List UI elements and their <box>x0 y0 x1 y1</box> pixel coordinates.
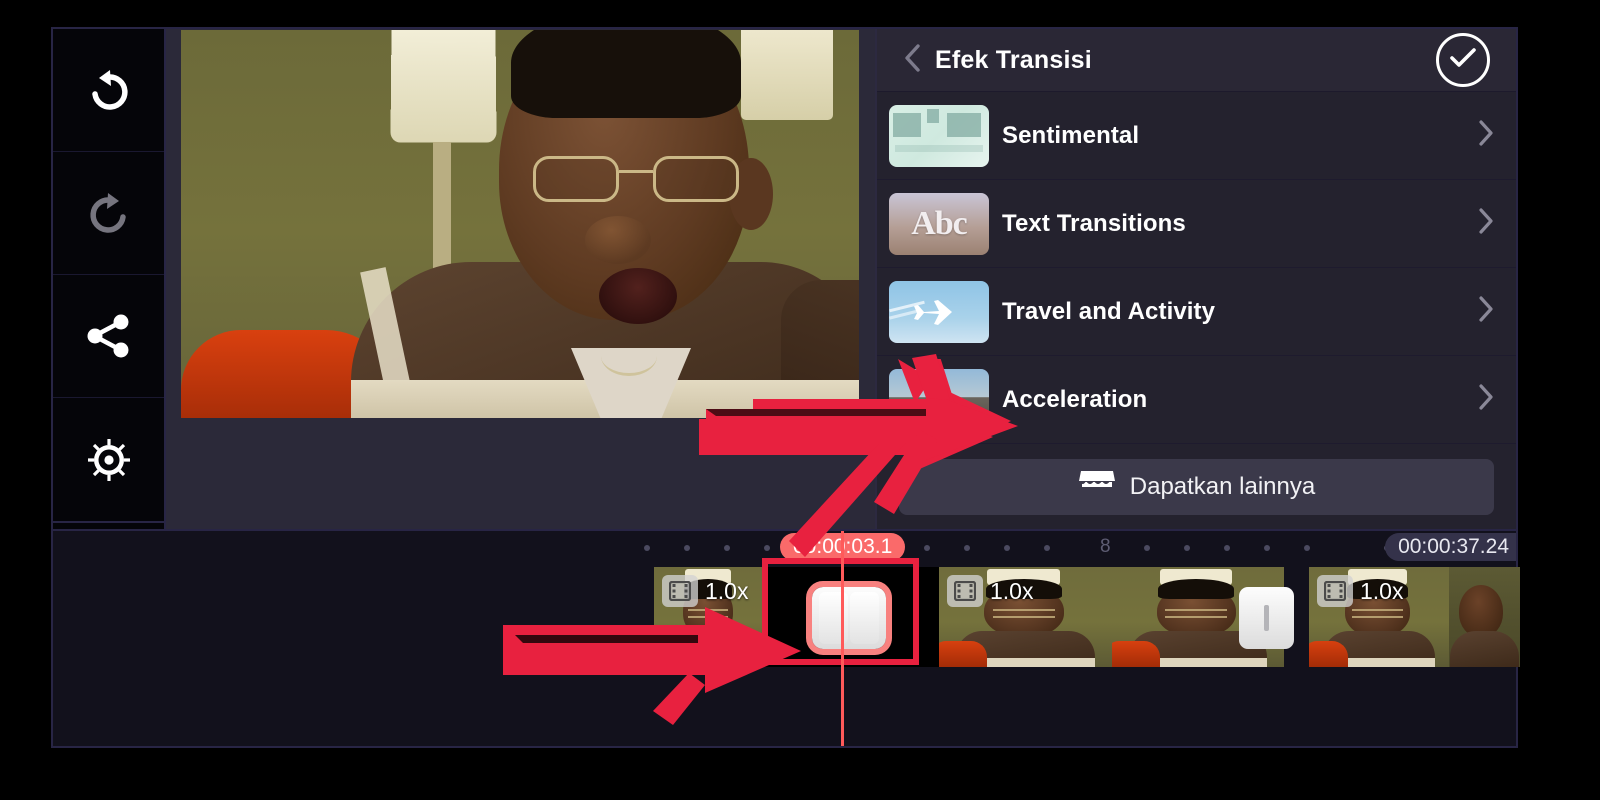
timeline-track[interactable]: 1.0x 1.0x 1.0x <box>53 567 1520 667</box>
list-item-travel-and-activity[interactable]: Travel and Activity <box>877 268 1516 356</box>
film-icon <box>662 575 698 607</box>
chevron-right-icon <box>1478 295 1494 328</box>
list-item-label: Acceleration <box>1002 385 1148 413</box>
undo-button[interactable] <box>53 29 164 152</box>
list-item-label: Text Transitions <box>1002 209 1186 237</box>
settings-button[interactable] <box>53 398 164 521</box>
transition-handle-selected[interactable] <box>806 581 892 655</box>
ruler-tick <box>1184 545 1190 551</box>
ruler-number: 8 <box>1100 536 1111 557</box>
list-item-label: Sentimental <box>1002 121 1140 149</box>
list-item-text-transitions[interactable]: Abc Text Transitions <box>877 180 1516 268</box>
get-more-wrapper: Dapatkan lainnya <box>877 459 1516 515</box>
back-button[interactable] <box>899 43 925 73</box>
timeline-ruler[interactable]: 8 1 00:00:03.1 00:00:37.24 <box>53 531 1516 563</box>
share-button[interactable] <box>53 275 164 398</box>
ruler-tick <box>1264 545 1270 551</box>
total-duration-badge: 00:00:37.24 <box>1385 533 1516 561</box>
ruler-tick <box>1044 545 1050 551</box>
redo-button[interactable] <box>53 152 164 275</box>
ruler-tick <box>1224 545 1230 551</box>
timeline-clip-1[interactable]: 1.0x <box>654 567 764 667</box>
ruler-tick <box>1144 545 1150 551</box>
abc-thumb-text: Abc <box>911 204 968 242</box>
timeline[interactable]: 8 1 00:00:03.1 00:00:37.24 <box>53 529 1520 746</box>
list-item-label: Travel and Activity <box>1002 297 1216 325</box>
ruler-tick <box>964 545 970 551</box>
panel-header: Efek Transisi <box>877 29 1516 92</box>
gear-icon <box>86 437 132 483</box>
ruler-tick <box>1004 545 1010 551</box>
clip-speed-label: 1.0x <box>705 577 749 604</box>
list-item-sentimental[interactable]: Sentimental <box>877 92 1516 180</box>
editor-window: Efek Transisi Sentimental Abc Text Trans… <box>51 27 1520 748</box>
clip-speed-label: 1.0x <box>1360 577 1404 604</box>
abc-thumb: Abc <box>889 192 989 255</box>
store-icon <box>1078 468 1116 507</box>
undo-icon <box>83 67 135 113</box>
ruler-tick <box>684 545 690 551</box>
chevron-right-icon <box>1478 119 1494 152</box>
confirm-button[interactable] <box>1436 33 1490 87</box>
clip-speed-label: 1.0x <box>990 577 1034 604</box>
ruler-tick <box>924 545 930 551</box>
ruler-tick <box>644 545 650 551</box>
upper-region: Efek Transisi Sentimental Abc Text Trans… <box>53 29 1516 721</box>
film-icon <box>947 575 983 607</box>
transition-effects-panel: Efek Transisi Sentimental Abc Text Trans… <box>875 29 1516 529</box>
clip-speed-badge: 1.0x <box>662 575 748 607</box>
timeline-clip-3[interactable]: 1.0x <box>1309 567 1520 667</box>
clip-speed-badge: 1.0x <box>1317 575 1403 607</box>
ruler-tick <box>764 545 770 551</box>
transition-pane-right <box>850 592 879 644</box>
page-title: Efek Transisi <box>935 45 1092 74</box>
tool-rail <box>53 29 166 721</box>
timeline-clip-2[interactable]: 1.0x <box>939 567 1284 667</box>
preview-stage[interactable] <box>166 29 875 529</box>
ruler-tick <box>1304 545 1310 551</box>
get-more-label: Dapatkan lainnya <box>1129 473 1316 500</box>
playhead[interactable] <box>841 531 844 746</box>
sentimental-thumb <box>889 104 989 167</box>
chevron-right-icon <box>1478 207 1494 240</box>
video-preview[interactable] <box>181 30 859 418</box>
acceleration-thumb <box>889 368 989 431</box>
transition-category-list[interactable]: Sentimental Abc Text Transitions Travel … <box>877 92 1516 529</box>
ruler-tick <box>724 545 730 551</box>
airplane-thumb <box>889 280 989 343</box>
share-icon <box>86 314 132 358</box>
transition-handle-bar <box>1264 605 1269 631</box>
redo-icon <box>83 190 135 236</box>
tool-rail-top-group <box>53 29 164 521</box>
chevron-right-icon <box>1478 383 1494 416</box>
get-more-button[interactable]: Dapatkan lainnya <box>899 459 1494 515</box>
clip-speed-badge: 1.0x <box>947 575 1033 607</box>
transition-handle-2[interactable] <box>1239 587 1294 649</box>
film-icon <box>1317 575 1353 607</box>
list-item-acceleration[interactable]: Acceleration <box>877 356 1516 444</box>
chevron-left-icon <box>903 43 921 78</box>
check-icon <box>1448 46 1478 75</box>
